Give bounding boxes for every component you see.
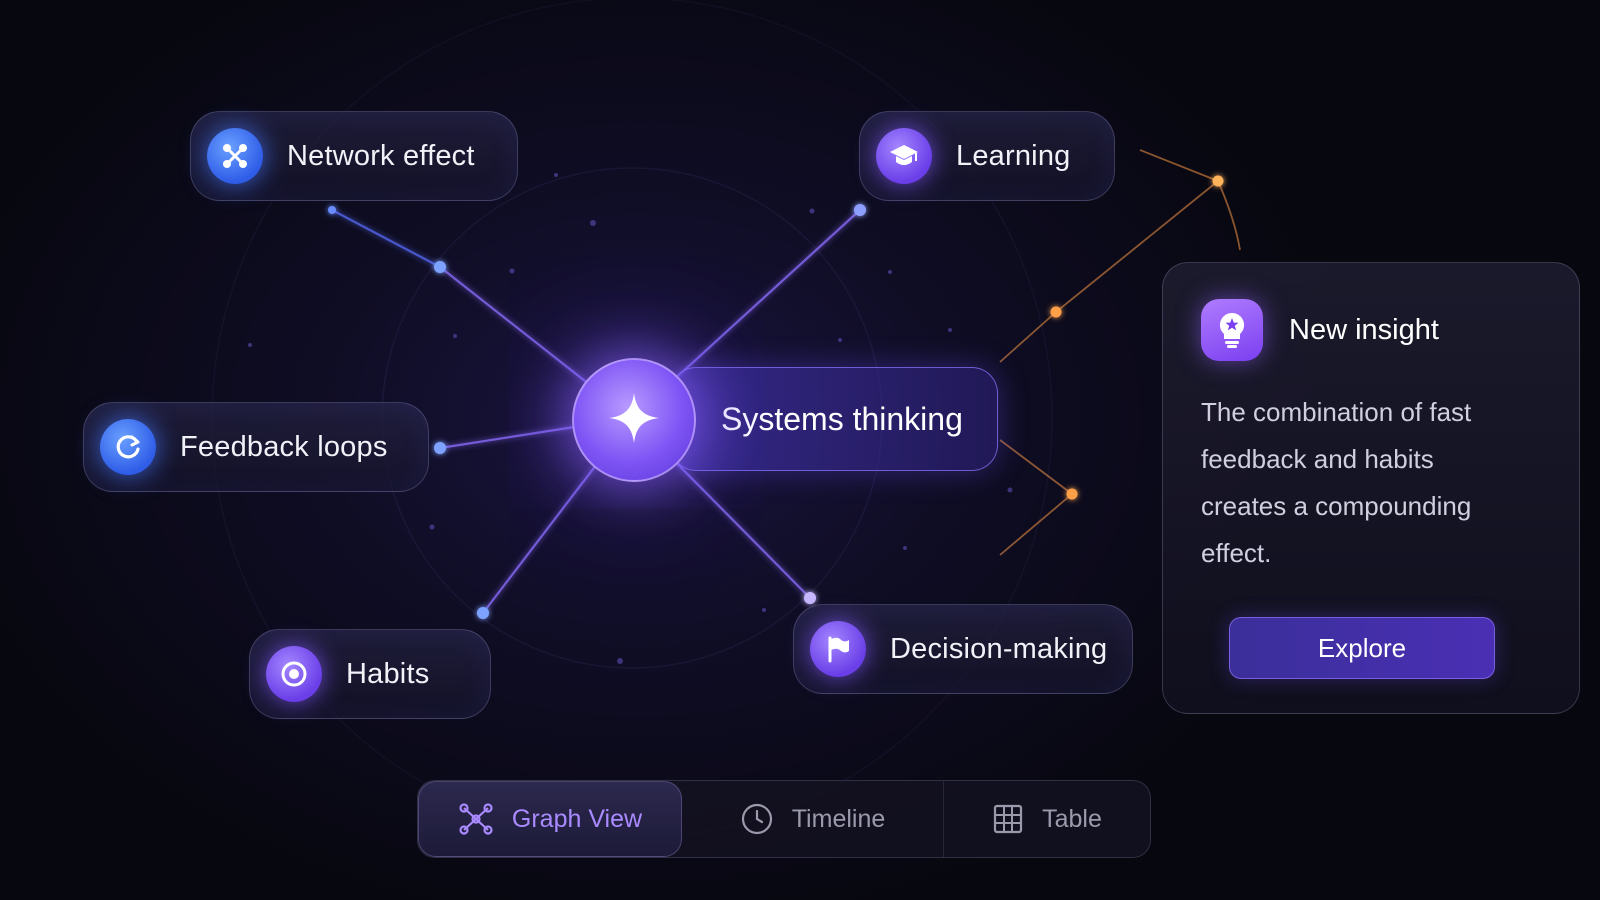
tab-table[interactable]: Table: [944, 781, 1150, 857]
node-feedback-loops[interactable]: Feedback loops: [83, 402, 429, 492]
node-label: Network effect: [287, 139, 475, 172]
insight-card: New insight The combination of fast feed…: [1162, 262, 1580, 714]
node-label: Feedback loops: [180, 430, 388, 463]
center-node-label[interactable]: Systems thinking: [670, 367, 998, 471]
tab-label: Timeline: [791, 804, 886, 833]
tab-label: Table: [1042, 804, 1102, 833]
node-habits[interactable]: Habits: [249, 629, 491, 719]
node-label: Decision-making: [890, 632, 1108, 665]
tab-label: Graph View: [511, 804, 643, 833]
graduation-cap-icon: [876, 128, 932, 184]
node-learning[interactable]: Learning: [859, 111, 1115, 201]
node-network-effect[interactable]: Network effect: [190, 111, 518, 201]
tab-timeline[interactable]: Timeline: [682, 781, 944, 857]
tab-graph-view[interactable]: Graph View: [418, 781, 682, 857]
explore-button[interactable]: Explore: [1229, 617, 1495, 679]
network-icon: [207, 128, 263, 184]
center-node-orb[interactable]: [572, 358, 696, 482]
graph-icon: [458, 802, 494, 836]
target-icon: [266, 646, 322, 702]
sparkle-icon: [607, 391, 661, 450]
insight-body: The combination of fast feedback and hab…: [1201, 397, 1472, 568]
refresh-loop-icon: [100, 419, 156, 475]
clock-icon: [740, 802, 774, 836]
node-label: Learning: [956, 139, 1071, 172]
table-icon: [992, 803, 1024, 835]
lightbulb-icon: [1201, 299, 1263, 361]
view-switcher: Graph View Timeline Table: [417, 780, 1151, 858]
insight-header: New insight: [1201, 299, 1541, 361]
node-label: Habits: [346, 657, 430, 690]
center-label-text: Systems thinking: [721, 400, 963, 437]
insight-title: New insight: [1289, 313, 1439, 346]
flag-icon: [810, 621, 866, 677]
node-decision-making[interactable]: Decision-making: [793, 604, 1133, 694]
